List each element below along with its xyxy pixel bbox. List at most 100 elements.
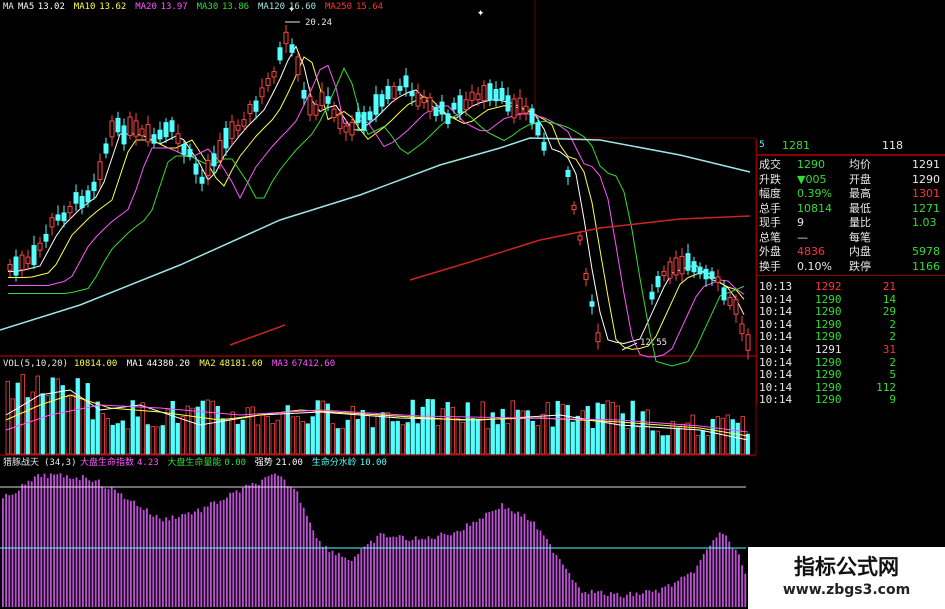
indicator-bar — [536, 529, 539, 607]
indicator-bar — [603, 594, 606, 607]
volume-bar — [305, 423, 310, 455]
volume-bar — [745, 433, 750, 455]
volume-legend-value: 10814.00 — [74, 359, 117, 369]
candle-body — [703, 268, 709, 280]
indicator-bar — [117, 493, 119, 607]
indicator-bar — [34, 476, 36, 607]
volume-bar — [390, 421, 395, 455]
volume-legend-label: MA2 — [199, 359, 215, 369]
tick-row: 10:14 1290 9 — [757, 392, 945, 407]
volume-bar — [105, 418, 110, 455]
indicator-bar — [562, 564, 564, 607]
indicator-bar — [568, 573, 571, 607]
indicator-bar — [168, 520, 171, 607]
indicator-bar — [296, 491, 299, 607]
volume-bar — [695, 434, 700, 455]
candle-body — [109, 120, 115, 138]
indicator-bar — [270, 474, 273, 607]
candle-body — [145, 124, 151, 143]
indicator-bar — [635, 592, 638, 607]
volume-bar — [300, 420, 305, 455]
tick-volume: 9 — [889, 393, 896, 407]
indicator-bar — [290, 486, 292, 607]
indicator-bar — [622, 597, 625, 607]
volume-bar — [275, 419, 280, 455]
volume-bar — [590, 428, 595, 455]
indicator-bar — [277, 475, 279, 607]
indicator-bar — [520, 516, 523, 607]
indicator-bar — [98, 479, 100, 607]
candle-body — [73, 192, 79, 204]
volume-bar — [405, 422, 410, 455]
volume-bar — [500, 408, 505, 455]
indicator-bar — [411, 539, 414, 607]
candle-body — [439, 101, 445, 115]
candle-body — [361, 112, 367, 131]
indicator-bar — [344, 557, 347, 607]
candle-body — [121, 125, 127, 145]
indicator-bar — [405, 539, 407, 607]
low-price-label: 12.55 — [640, 338, 667, 348]
indicator-bar — [427, 536, 430, 607]
volume-bar — [470, 418, 475, 455]
indicator-bar — [382, 533, 385, 607]
volume-bar — [310, 416, 315, 455]
quote-label: 成交 — [759, 158, 781, 171]
volume-bar — [65, 396, 70, 455]
indicator-bar — [341, 556, 343, 607]
quote-label: 换手 — [759, 259, 781, 273]
quote-value: 1290 — [912, 172, 940, 186]
indicator-bar — [91, 481, 94, 607]
quote-label: 最高 — [849, 187, 871, 200]
indicator-bar — [651, 591, 654, 607]
candle-body — [691, 261, 697, 273]
indicator-legend: 猎豚战天 (34,3) 大盘生命指数 4.23 大盘生命量能 0.00 强势 21.00 生… — [3, 456, 387, 468]
indicator-bar — [245, 484, 247, 607]
indicator-bar — [392, 536, 395, 607]
candle-body — [391, 85, 397, 99]
volume-bar — [355, 419, 360, 455]
watermark-title: 指标公式网 — [794, 555, 899, 579]
indicator-bar — [94, 480, 97, 607]
indicator-bar — [514, 513, 516, 607]
indicator-bar — [597, 591, 599, 607]
candle-body — [571, 204, 577, 210]
volume-bar — [625, 428, 630, 455]
volume-bar — [80, 398, 85, 455]
volume-bar — [565, 405, 570, 455]
indicator-bar — [248, 485, 251, 607]
indicator-bar — [72, 478, 75, 607]
indicator-bar — [728, 541, 731, 607]
indicator-legend-label: 强势 — [255, 456, 273, 468]
indicator-bar — [507, 507, 510, 607]
ma-legend-label: MA20 — [135, 2, 157, 12]
volume-bar — [650, 430, 655, 455]
indicator-bar — [600, 590, 603, 607]
indicator-bar — [254, 483, 257, 607]
quote-label: 外盘 — [759, 245, 781, 258]
quote-value: 0.39% — [797, 187, 832, 200]
candle-body — [157, 129, 163, 140]
volume-bar — [560, 403, 565, 455]
candle-body — [499, 87, 505, 101]
indicator-bar — [462, 530, 465, 607]
indicator-bar — [309, 522, 311, 607]
volume-bar — [200, 400, 205, 455]
indicator-bar — [744, 573, 747, 607]
indicator-bar — [437, 535, 439, 607]
ma-legend-label: MA120 — [258, 2, 285, 12]
quote-row: 升跌 ▼005 开盘 1290 — [757, 172, 945, 187]
volume-bar — [700, 430, 705, 455]
volume-bar — [35, 375, 40, 455]
volume-bar — [220, 418, 225, 455]
quote-value: 1166 — [912, 259, 940, 273]
indicator-bar — [5, 493, 7, 607]
indicator-bar — [152, 516, 155, 607]
indicator-bar — [530, 521, 532, 607]
quote-value: 4836 — [797, 245, 825, 258]
indicator-bar — [139, 507, 142, 607]
indicator-bar — [328, 552, 331, 607]
volume-bar — [510, 400, 515, 455]
indicator-bar — [238, 492, 241, 607]
volume-bar — [660, 435, 665, 455]
